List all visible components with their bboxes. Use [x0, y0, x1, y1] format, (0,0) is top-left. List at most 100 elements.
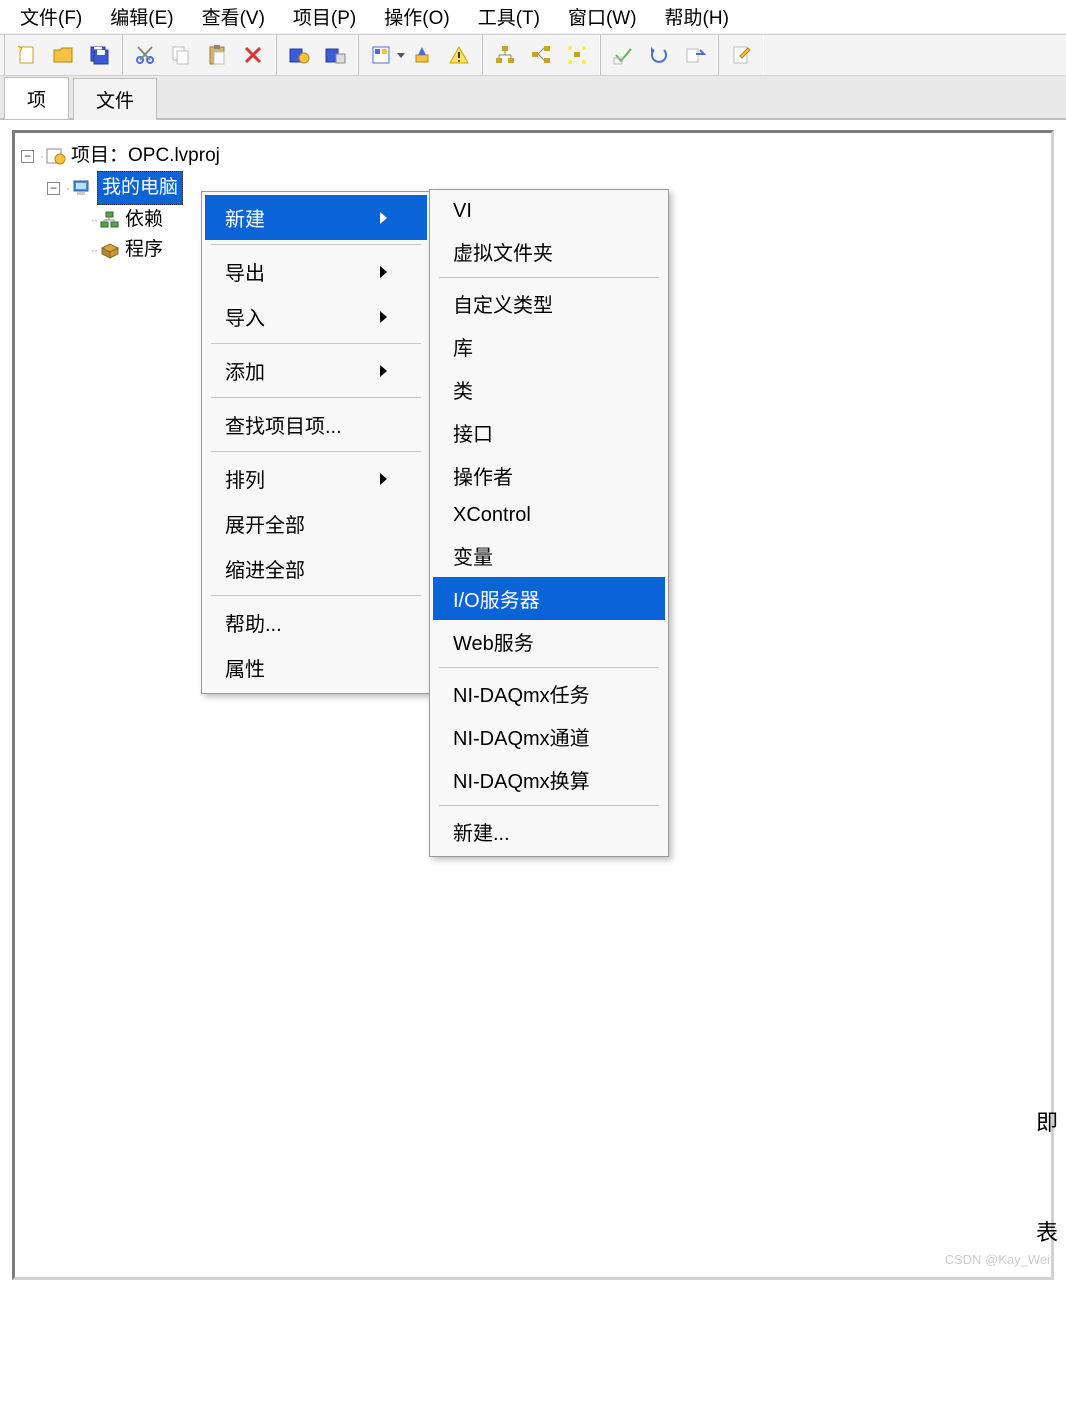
context-menu-item[interactable]: 排列: [205, 456, 427, 501]
context-menu-item-label: 新建: [225, 203, 265, 232]
submenu-item-label: VI: [453, 200, 472, 223]
warning-icon[interactable]: [444, 40, 474, 70]
submenu-new: VI 虚拟文件夹自定义类型库类接口操作者 XControl 变量 I/O服务器 Web服务…: [429, 189, 669, 857]
menu-separator: [211, 244, 421, 245]
tab-project[interactable]: 项: [4, 77, 69, 119]
submenu-item[interactable]: 接口: [433, 411, 665, 454]
hierarchy-1-icon[interactable]: [490, 40, 520, 70]
submenu-item[interactable]: NI-DAQmx任务: [433, 672, 665, 715]
submenu-item-label: 虚拟文件夹: [453, 237, 553, 266]
menu-window[interactable]: 窗口(W): [554, 0, 651, 34]
submenu-item-label: 库: [453, 332, 473, 361]
watermark: CSDN @Kay_Wei: [945, 1252, 1050, 1267]
tab-bar: 项 文件: [0, 76, 1066, 120]
submenu-item-label: NI-DAQmx任务: [453, 679, 590, 708]
context-menu-item-label: 展开全部: [225, 509, 305, 538]
context-menu-item[interactable]: 新建: [205, 195, 427, 240]
edit-file-icon[interactable]: [726, 40, 756, 70]
hierarchy-2-icon[interactable]: [526, 40, 556, 70]
context-menu-item-label: 查找项目项...: [225, 410, 342, 439]
submenu-item-label: 新建...: [453, 817, 510, 846]
context-menu-item[interactable]: 导出: [205, 249, 427, 294]
context-menu-item[interactable]: 缩进全部: [205, 546, 427, 591]
submenu-item[interactable]: I/O服务器: [433, 577, 665, 620]
new-file-icon[interactable]: [12, 40, 42, 70]
save-all-icon[interactable]: [84, 40, 114, 70]
context-menu-item[interactable]: 导入: [205, 294, 427, 339]
submenu-item-label: 类: [453, 375, 473, 404]
run-config-icon[interactable]: [284, 40, 314, 70]
submenu-arrow-icon: [380, 311, 387, 323]
submenu-item[interactable]: VI: [433, 193, 665, 230]
corner-text-2: 表: [1036, 1215, 1058, 1247]
submenu-item[interactable]: NI-DAQmx换算: [433, 758, 665, 801]
accept-icon[interactable]: [608, 40, 638, 70]
collapse-icon[interactable]: −: [47, 182, 60, 195]
paste-icon[interactable]: [202, 40, 232, 70]
context-menu-item-label: 导入: [225, 302, 265, 331]
menu-edit[interactable]: 编辑(E): [96, 0, 187, 34]
build-spec-icon: [99, 240, 121, 260]
menu-view[interactable]: 查看(V): [188, 0, 279, 34]
submenu-item-label: Web服务: [453, 627, 534, 656]
corner-text-1: 即: [1036, 1105, 1058, 1137]
submenu-item-label: XControl: [453, 504, 531, 527]
tree-dependency-label: 依赖: [125, 205, 163, 235]
collapse-icon[interactable]: −: [21, 150, 34, 163]
undo-icon[interactable]: [644, 40, 674, 70]
submenu-item-label: 接口: [453, 418, 493, 447]
context-menu-item[interactable]: 查找项目项...: [205, 402, 427, 447]
submenu-item[interactable]: NI-DAQmx通道: [433, 715, 665, 758]
submenu-item[interactable]: 操作者: [433, 454, 665, 497]
menu-tools[interactable]: 工具(T): [464, 0, 554, 34]
context-menu-item[interactable]: 属性: [205, 645, 427, 690]
menu-separator: [439, 805, 659, 806]
project-icon: [45, 146, 67, 166]
open-folder-icon[interactable]: [48, 40, 78, 70]
menu-project[interactable]: 项目(P): [279, 0, 370, 34]
distributed-icon[interactable]: [320, 40, 350, 70]
panel-config-icon[interactable]: [366, 40, 396, 70]
menu-file[interactable]: 文件(F): [6, 0, 96, 34]
tab-files[interactable]: 文件: [73, 78, 157, 120]
cut-icon[interactable]: [130, 40, 160, 70]
submenu-item-label: NI-DAQmx通道: [453, 722, 590, 751]
context-menu-item[interactable]: 添加: [205, 348, 427, 393]
context-menu-item[interactable]: 展开全部: [205, 501, 427, 546]
menu-separator: [439, 667, 659, 668]
submenu-item[interactable]: 自定义类型: [433, 282, 665, 325]
menu-separator: [211, 343, 421, 344]
context-menu-item-label: 帮助...: [225, 608, 282, 637]
submenu-item-label: I/O服务器: [453, 584, 540, 613]
submenu-item[interactable]: XControl: [433, 497, 665, 534]
submenu-item[interactable]: 新建...: [433, 810, 665, 853]
menu-help[interactable]: 帮助(H): [651, 0, 743, 34]
menu-separator: [211, 397, 421, 398]
menubar: 文件(F) 编辑(E) 查看(V) 项目(P) 操作(O) 工具(T) 窗口(W…: [0, 0, 1066, 34]
tree-my-computer-label: 我的电脑: [97, 171, 183, 205]
menu-operate[interactable]: 操作(O): [370, 0, 463, 34]
submenu-arrow-icon: [380, 266, 387, 278]
submenu-item[interactable]: 变量: [433, 534, 665, 577]
submenu-item[interactable]: Web服务: [433, 620, 665, 663]
submenu-item[interactable]: 虚拟文件夹: [433, 230, 665, 273]
context-menu-item[interactable]: 帮助...: [205, 600, 427, 645]
toolbar: [0, 34, 1066, 76]
copy-icon[interactable]: [166, 40, 196, 70]
submenu-arrow-icon: [380, 365, 387, 377]
submenu-item[interactable]: 库: [433, 325, 665, 368]
context-menu-item-label: 添加: [225, 356, 265, 385]
submenu-item[interactable]: 类: [433, 368, 665, 411]
redo-icon[interactable]: [680, 40, 710, 70]
context-menu-item-label: 属性: [225, 653, 265, 682]
hierarchy-3-icon[interactable]: [562, 40, 592, 70]
menu-separator: [439, 277, 659, 278]
delete-icon[interactable]: [238, 40, 268, 70]
submenu-arrow-icon: [380, 212, 387, 224]
tree-root-label: 项目：OPC.lvproj: [71, 141, 220, 171]
tree-root[interactable]: − · 项目：OPC.lvproj: [21, 141, 1045, 171]
panel-dropdown-icon[interactable]: [397, 53, 405, 58]
highlight-icon[interactable]: [408, 40, 438, 70]
tree-build-spec-label: 程序: [125, 235, 163, 265]
dependency-icon: [99, 210, 121, 230]
